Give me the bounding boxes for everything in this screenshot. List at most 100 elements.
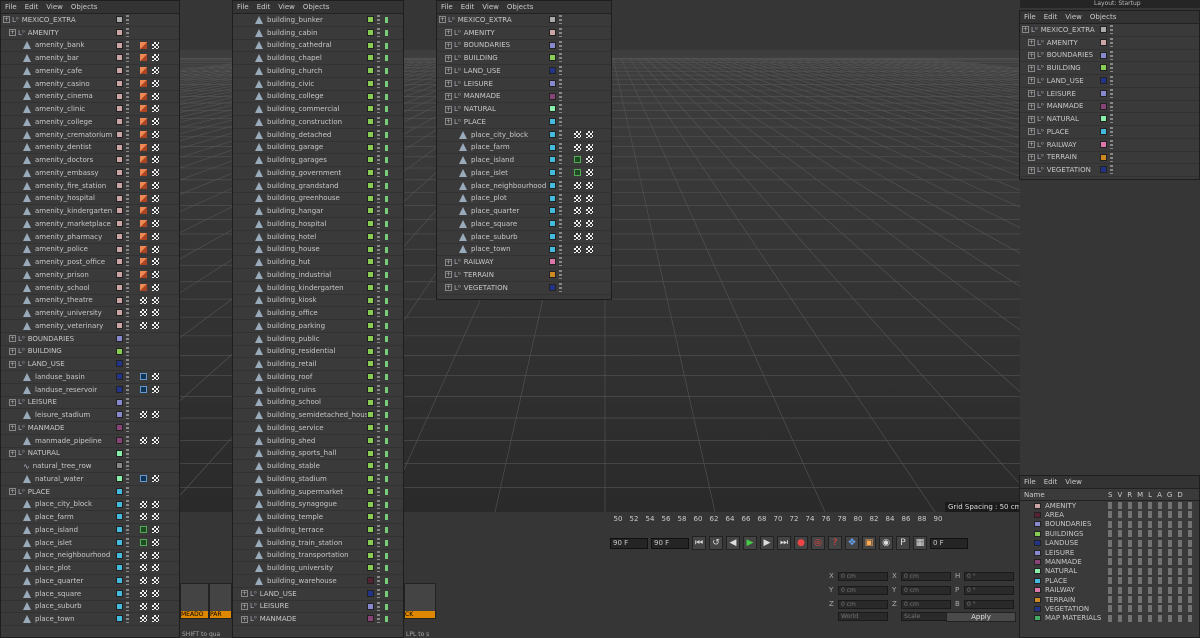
enabled-check-icon[interactable] (385, 233, 388, 240)
layer-color-chip[interactable] (367, 232, 374, 240)
material-tag-icon[interactable] (152, 526, 159, 533)
object-row[interactable]: amenity_casino (1, 78, 179, 91)
material-tag-icon[interactable] (152, 283, 159, 291)
object-row[interactable]: building_temple (233, 511, 403, 524)
visibility-dots-icon[interactable] (1110, 101, 1113, 111)
object-row[interactable]: amenity_kindergarten (1, 205, 179, 218)
material-tag-icon[interactable] (152, 271, 159, 278)
object-row[interactable]: building_construction (233, 116, 403, 129)
layer-color-chip[interactable] (116, 398, 123, 406)
layer-color-chip[interactable] (116, 449, 123, 457)
material-tag-icon[interactable] (152, 564, 159, 572)
enabled-check-icon[interactable] (385, 476, 388, 482)
play-icon[interactable]: ▶ (743, 536, 757, 550)
object-row[interactable]: + L⁰ AMENITY (437, 27, 611, 40)
apply-button[interactable]: Apply (946, 612, 1016, 622)
object-row[interactable]: place_city_block (437, 129, 611, 142)
object-row[interactable]: place_neighbourhood (437, 180, 611, 193)
layer-color-chip[interactable] (367, 424, 374, 431)
object-row[interactable]: amenity_crematorium (1, 129, 179, 142)
panel2-menu-edit[interactable]: Edit (257, 3, 271, 11)
material-thumb-2[interactable]: PAR (209, 583, 232, 619)
visibility-dots-icon[interactable] (559, 206, 562, 216)
visibility-dots-icon[interactable] (377, 563, 380, 573)
param-icon[interactable]: P (896, 536, 910, 550)
material-tag-icon[interactable] (140, 296, 147, 304)
rotate-icon[interactable]: ◉ (879, 536, 893, 550)
expand-toggle-icon[interactable]: + (1028, 141, 1035, 149)
material-tag-icon[interactable] (574, 220, 581, 227)
layer-color-chip[interactable] (549, 258, 556, 266)
enabled-check-icon[interactable] (385, 93, 388, 100)
layer-row[interactable]: RAILWAY (1020, 586, 1199, 595)
visibility-dots-icon[interactable] (377, 206, 380, 216)
enabled-check-icon[interactable] (385, 361, 388, 368)
material-tag-icon[interactable] (152, 551, 159, 559)
size-y-field[interactable]: 0 cm (901, 586, 951, 595)
layer-color-chip[interactable] (367, 526, 374, 533)
layer-color-chip[interactable] (367, 296, 374, 304)
visibility-dots-icon[interactable] (377, 308, 380, 318)
layer-color-chip[interactable] (1100, 102, 1107, 110)
layer-row[interactable]: BOUNDARIES (1020, 520, 1199, 529)
layer-color-chip[interactable] (367, 220, 374, 227)
layer-row[interactable]: BUILDINGS (1020, 529, 1199, 538)
object-row[interactable]: place_neighbourhood (1, 550, 179, 563)
enabled-check-icon[interactable] (385, 80, 388, 87)
layer-flag-icons[interactable] (1108, 586, 1198, 594)
object-row[interactable]: + L⁰ MEXICO_EXTRA (1020, 24, 1199, 37)
layer-list[interactable]: AMENITY AREA BOUNDARIES BUILDINGS LANDUSE LEI… (1020, 501, 1199, 623)
material-tag-icon[interactable] (152, 54, 159, 62)
material-tag-icon[interactable] (574, 194, 581, 202)
visibility-dots-icon[interactable] (377, 155, 380, 165)
object-row[interactable]: building_ruins (233, 384, 403, 397)
visibility-dots-icon[interactable] (126, 219, 129, 228)
object-list-1[interactable]: + L⁰ MEXICO_EXTRA + L⁰ AMENITY amenity_bank ame… (1, 14, 179, 626)
object-manager-1[interactable]: File Edit View Objects + L⁰ MEXICO_EXTRA + L⁰ AM… (0, 0, 180, 638)
object-row[interactable]: amenity_college (1, 116, 179, 129)
layer-color-chip[interactable] (1100, 77, 1107, 84)
layer-color-swatch[interactable] (1034, 577, 1041, 584)
texture-tag-icon[interactable] (140, 526, 147, 533)
object-row[interactable]: building_retail (233, 358, 403, 371)
layer-color-chip[interactable] (549, 41, 556, 49)
phong-tag-icon[interactable] (140, 283, 147, 291)
panel1-menu-view[interactable]: View (46, 3, 63, 11)
layer-color-chip[interactable] (367, 79, 374, 87)
layer-color-chip[interactable] (116, 334, 123, 342)
panel4-menu-edit[interactable]: Edit (1044, 13, 1058, 21)
expand-toggle-icon[interactable]: + (445, 29, 452, 37)
material-tag-icon[interactable] (586, 220, 593, 227)
enabled-check-icon[interactable] (385, 323, 388, 329)
expand-toggle-icon[interactable]: + (1028, 166, 1035, 174)
object-row[interactable]: + L⁰ LEISURE (233, 601, 403, 614)
visibility-dots-icon[interactable] (559, 53, 562, 63)
object-row[interactable]: building_detached (233, 129, 403, 142)
enabled-check-icon[interactable] (385, 488, 388, 495)
object-row[interactable]: building_civic (233, 78, 403, 91)
move-icon[interactable]: ✥ (845, 536, 859, 550)
visibility-dots-icon[interactable] (377, 117, 380, 126)
phong-tag-icon[interactable] (140, 79, 147, 87)
layer-color-chip[interactable] (116, 526, 123, 533)
visibility-dots-icon[interactable] (559, 270, 562, 279)
enabled-check-icon[interactable] (385, 221, 388, 227)
layer-menu-edit[interactable]: Edit (1044, 478, 1058, 486)
visibility-dots-icon[interactable] (126, 91, 129, 101)
expand-toggle-icon[interactable]: + (445, 271, 452, 279)
layer-color-chip[interactable] (116, 309, 123, 317)
layer-color-chip[interactable] (1100, 153, 1107, 161)
layer-row[interactable]: LEISURE (1020, 548, 1199, 557)
layer-color-chip[interactable] (116, 373, 123, 380)
object-row[interactable]: building_shed (233, 435, 403, 448)
enabled-check-icon[interactable] (385, 55, 388, 62)
layer-row[interactable]: PLACE (1020, 576, 1199, 585)
phong-tag-icon[interactable] (140, 67, 147, 74)
enabled-check-icon[interactable] (385, 131, 388, 138)
visibility-dots-icon[interactable] (1110, 88, 1113, 98)
visibility-dots-icon[interactable] (126, 295, 129, 305)
expand-toggle-icon[interactable]: + (241, 615, 248, 623)
expand-toggle-icon[interactable]: + (3, 16, 10, 24)
object-row[interactable]: landuse_reservoir (1, 384, 179, 397)
layer-color-chip[interactable] (367, 181, 374, 189)
